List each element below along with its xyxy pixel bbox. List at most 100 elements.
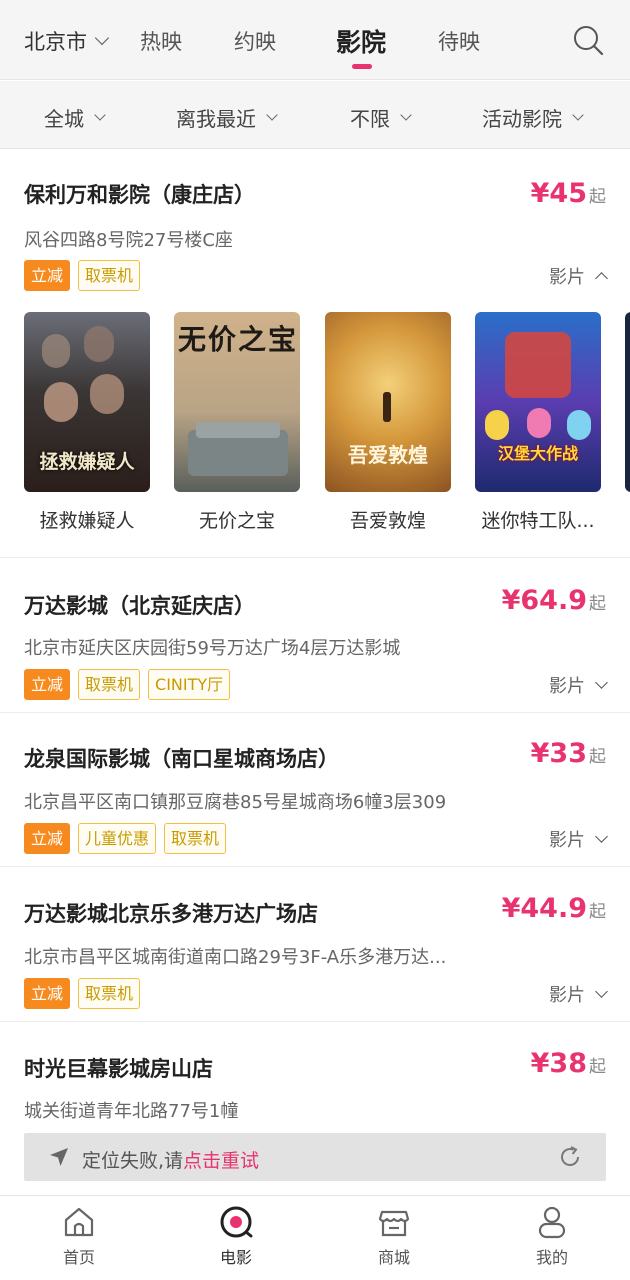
filter-area[interactable]: 全城 bbox=[44, 103, 106, 132]
films-toggle[interactable]: 影片 bbox=[549, 826, 608, 852]
cinema-name: 时光巨幕影城房山店 bbox=[24, 1057, 213, 1081]
poster-image: 汉堡大作战 bbox=[475, 312, 601, 492]
top-nav: 北京市 热映 约映 影院 待映 bbox=[0, 0, 630, 80]
tag-discount: 立减 bbox=[24, 669, 71, 700]
cinema-price: ¥33 起 bbox=[531, 738, 606, 769]
filter-area-label: 全城 bbox=[44, 107, 84, 131]
tag-discount: 立减 bbox=[24, 260, 71, 291]
film-poster[interactable]: 汉堡大作战 迷你特工队... bbox=[475, 312, 601, 533]
chevron-down-icon bbox=[595, 675, 608, 689]
home-icon bbox=[64, 1207, 94, 1237]
film-title: 拯救嫌疑人 bbox=[39, 510, 135, 532]
films-toggle[interactable]: 影片 bbox=[549, 672, 608, 698]
poster-title-overlay: 无价之宝 bbox=[178, 323, 299, 356]
cinema-price: ¥64.9 起 bbox=[502, 585, 606, 616]
tag-list: 立减 取票机 CINITY厅 bbox=[24, 669, 231, 700]
tab-hot[interactable]: 热映 bbox=[140, 26, 182, 56]
films-toggle-label: 影片 bbox=[549, 267, 585, 288]
chevron-down-icon bbox=[595, 984, 608, 998]
poster-image: 吾爱敦煌 bbox=[325, 312, 451, 492]
chevron-down-icon bbox=[400, 108, 412, 121]
cinema-item[interactable]: 万达影城北京乐多港万达广场店 ¥44.9 起 北京市昌平区城南街道南口路29号3F… bbox=[0, 867, 630, 1022]
chevron-down-icon bbox=[94, 30, 110, 46]
chevron-down-icon bbox=[595, 829, 608, 843]
retry-link[interactable]: 点击重试 bbox=[183, 1150, 259, 1172]
film-title: 迷你特工队... bbox=[481, 510, 595, 532]
price-suffix: 起 bbox=[589, 594, 606, 614]
tag-cinity: CINITY厅 bbox=[148, 669, 231, 700]
price-suffix: 起 bbox=[589, 187, 606, 207]
chevron-down-icon bbox=[572, 108, 584, 121]
poster-carousel[interactable]: 拯救嫌疑人 拯救嫌疑人 无价之宝 无价之宝 吾爱敦煌 吾爱敦煌 汉堡大作战 迷你… bbox=[24, 312, 630, 542]
movie-icon bbox=[220, 1206, 253, 1238]
nav-mall-label: 商城 bbox=[377, 1248, 410, 1267]
nav-home[interactable]: 首页 bbox=[39, 1204, 119, 1268]
cinema-address: 北京市延庆区庆园街59号万达广场4层万达影城 bbox=[24, 638, 401, 659]
price-value: ¥44.9 bbox=[501, 893, 587, 924]
cinema-price: ¥38 起 bbox=[531, 1048, 606, 1079]
location-failed-bar[interactable]: 定位失败,请点击重试 bbox=[24, 1133, 606, 1181]
filter-activity[interactable]: 活动影院 bbox=[482, 103, 584, 132]
cinema-name: 万达影城（北京延庆店） bbox=[24, 594, 255, 618]
city-selector[interactable]: 北京市 bbox=[24, 26, 110, 56]
tag-ticket-machine: 取票机 bbox=[164, 823, 227, 854]
city-label: 北京市 bbox=[24, 30, 87, 54]
poster-title-overlay: 汉堡大作战 bbox=[497, 444, 578, 463]
cinema-item[interactable]: 万达影城（北京延庆店） ¥64.9 起 北京市延庆区庆园街59号万达广场4层万达影… bbox=[0, 558, 630, 713]
films-toggle-label: 影片 bbox=[549, 985, 585, 1006]
tag-ticket-machine: 取票机 bbox=[78, 260, 141, 291]
price-value: ¥38 bbox=[530, 1048, 587, 1079]
profile-icon bbox=[538, 1206, 566, 1239]
films-toggle[interactable]: 影片 bbox=[549, 981, 608, 1007]
tab-cinema[interactable]: 影院 bbox=[336, 23, 386, 59]
bottom-nav: 首页 电影 商城 我的 bbox=[0, 1195, 630, 1280]
filter-brand-label: 不限 bbox=[350, 107, 390, 131]
tag-kids-discount: 儿童优惠 bbox=[78, 823, 157, 854]
filter-bar: 全城 离我最近 不限 活动影院 bbox=[0, 81, 630, 149]
film-poster[interactable] bbox=[625, 312, 630, 492]
film-poster[interactable]: 无价之宝 无价之宝 bbox=[174, 312, 300, 533]
film-poster[interactable]: 拯救嫌疑人 拯救嫌疑人 bbox=[24, 312, 150, 533]
cinema-address: 风谷四路8号院27号楼C座 bbox=[24, 230, 233, 251]
poster-image bbox=[625, 312, 630, 492]
cinema-item[interactable]: 龙泉国际影城（南口星城商场店） ¥33 起 北京昌平区南口镇那豆腐巷85号星城商场… bbox=[0, 713, 630, 867]
tag-list: 立减 儿童优惠 取票机 bbox=[24, 823, 227, 854]
filter-brand[interactable]: 不限 bbox=[350, 103, 412, 132]
search-icon[interactable] bbox=[572, 24, 604, 56]
nav-movie-label: 电影 bbox=[219, 1248, 252, 1267]
film-poster[interactable]: 吾爱敦煌 吾爱敦煌 bbox=[325, 312, 451, 533]
cinema-address: 北京昌平区南口镇那豆腐巷85号星城商场6幢3层309 bbox=[24, 792, 447, 813]
tag-ticket-machine: 取票机 bbox=[78, 978, 141, 1009]
active-tab-indicator bbox=[352, 64, 372, 69]
poster-title-overlay: 吾爱敦煌 bbox=[348, 443, 428, 467]
cinema-address: 北京市昌平区城南街道南口路29号3F-A乐多港万达... bbox=[24, 947, 447, 968]
store-icon bbox=[378, 1210, 410, 1237]
poster-image: 无价之宝 bbox=[174, 312, 300, 492]
price-suffix: 起 bbox=[589, 902, 606, 922]
poster-title-overlay: 拯救嫌疑人 bbox=[39, 451, 135, 473]
refresh-icon[interactable] bbox=[558, 1145, 582, 1169]
filter-sort[interactable]: 离我最近 bbox=[176, 103, 278, 132]
nav-movie[interactable]: 电影 bbox=[196, 1204, 276, 1268]
price-value: ¥64.9 bbox=[501, 585, 587, 616]
tab-upcoming[interactable]: 待映 bbox=[438, 26, 480, 56]
tag-discount: 立减 bbox=[24, 823, 71, 854]
nav-mall[interactable]: 商城 bbox=[354, 1204, 434, 1268]
cinema-name: 万达影城北京乐多港万达广场店 bbox=[24, 902, 318, 926]
price-value: ¥33 bbox=[530, 738, 587, 769]
tab-reserve[interactable]: 约映 bbox=[234, 26, 276, 56]
film-title: 无价之宝 bbox=[198, 510, 275, 532]
tag-list: 立减 取票机 bbox=[24, 978, 141, 1009]
chevron-down-icon bbox=[266, 108, 278, 121]
chevron-up-icon bbox=[595, 271, 608, 285]
cinema-name: 龙泉国际影城（南口星城商场店） bbox=[24, 747, 339, 771]
cinema-address: 城关街道青年北路77号1幢 bbox=[24, 1101, 239, 1122]
poster-image: 拯救嫌疑人 bbox=[24, 312, 150, 492]
tag-list: 立减 取票机 bbox=[24, 260, 141, 291]
filter-sort-label: 离我最近 bbox=[176, 107, 256, 131]
cinema-name: 保利万和影院（康庄店） bbox=[24, 183, 255, 207]
cinema-price: ¥45 起 bbox=[531, 178, 606, 209]
nav-profile[interactable]: 我的 bbox=[512, 1204, 592, 1268]
films-toggle[interactable]: 影片 bbox=[549, 263, 608, 289]
tag-ticket-machine: 取票机 bbox=[78, 669, 141, 700]
